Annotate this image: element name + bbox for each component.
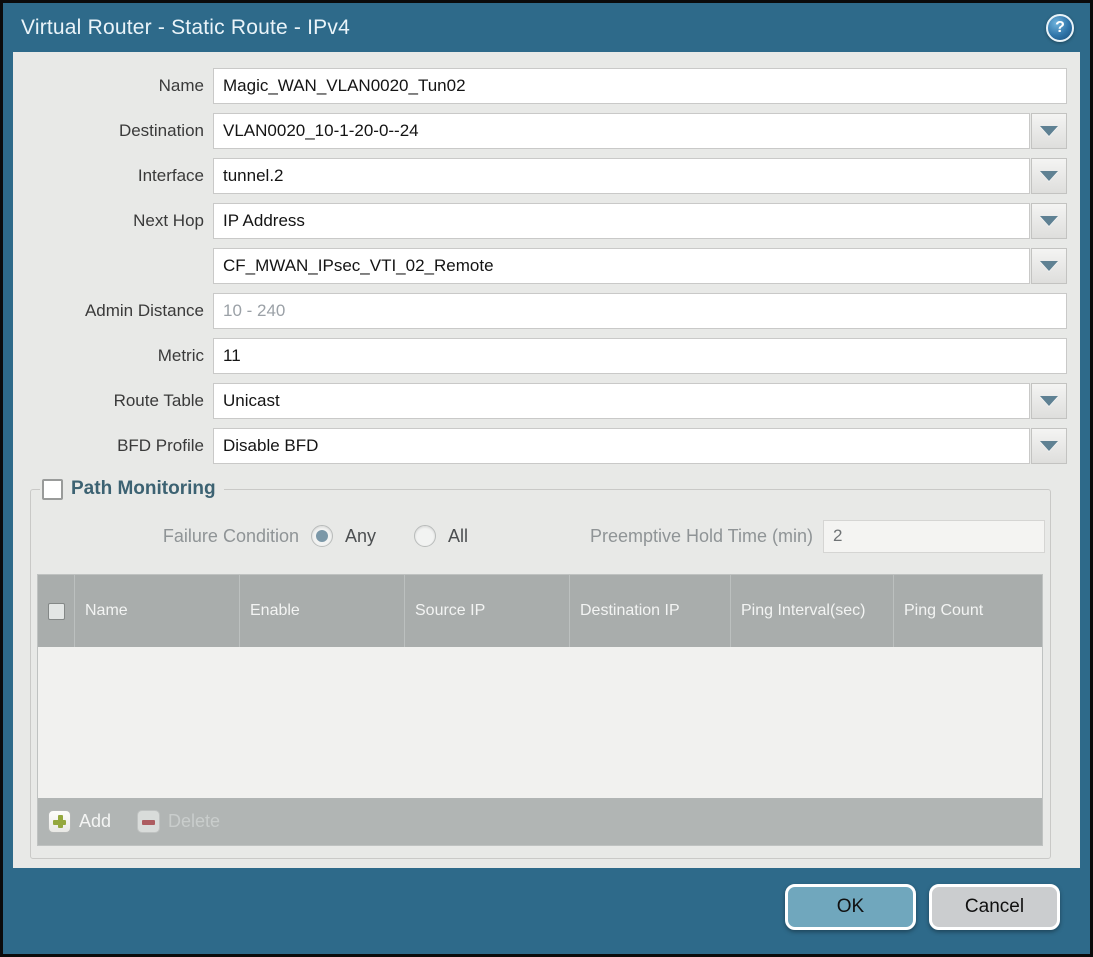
preemptive-hold-time: Preemptive Hold Time (min) [590,520,1045,553]
minus-icon [137,810,160,833]
bfd-profile-label: BFD Profile [13,436,213,456]
failure-condition-radio-group: Any All [311,525,468,547]
plus-icon [48,810,71,833]
chevron-down-icon [1040,261,1058,271]
failure-condition-any-option[interactable]: Any [311,525,376,547]
column-header-ping-interval[interactable]: Ping Interval(sec) [730,575,893,647]
admin-distance-label: Admin Distance [13,301,213,321]
select-all-checkbox[interactable] [48,603,65,620]
route-table-input[interactable] [213,383,1030,419]
admin-distance-input[interactable] [213,293,1067,329]
static-route-dialog: Virtual Router - Static Route - IPv4 ? N… [0,0,1093,957]
next-hop-address-input[interactable] [213,248,1030,284]
column-header-source-ip[interactable]: Source IP [404,575,569,647]
next-hop-label: Next Hop [13,211,213,231]
name-label: Name [13,76,213,96]
metric-label: Metric [13,346,213,366]
table-header-checkbox-cell [38,575,74,647]
cancel-button[interactable]: Cancel [929,884,1060,930]
form-row-route-table: Route Table [13,383,1067,419]
preemptive-hold-time-label: Preemptive Hold Time (min) [590,526,823,547]
path-monitoring-checkbox[interactable] [42,479,63,500]
interface-dropdown-button[interactable] [1031,158,1067,194]
chevron-down-icon [1040,441,1058,451]
radio-all-label: All [448,526,468,547]
column-header-ping-count[interactable]: Ping Count [893,575,1042,647]
next-hop-type-dropdown-button[interactable] [1031,203,1067,239]
form-row-next-hop: Next Hop [13,203,1067,239]
failure-condition-all-option[interactable]: All [414,525,468,547]
next-hop-address-dropdown-button[interactable] [1031,248,1067,284]
bfd-profile-dropdown-button[interactable] [1031,428,1067,464]
dialog-button-bar: OK Cancel [3,868,1090,954]
column-header-enable[interactable]: Enable [239,575,404,647]
delete-button[interactable]: Delete [137,810,220,833]
form-row-metric: Metric [13,338,1067,374]
name-input[interactable] [213,68,1067,104]
metric-input[interactable] [213,338,1067,374]
table-header: Name Enable Source IP Destination IP Pin… [38,575,1042,647]
radio-any[interactable] [311,525,333,547]
radio-any-label: Any [345,526,376,547]
add-button-label: Add [79,811,111,832]
path-monitoring-section: Path Monitoring Failure Condition Any Al… [30,478,1051,859]
title-bar: Virtual Router - Static Route - IPv4 ? [3,3,1090,52]
interface-label: Interface [13,166,213,186]
dialog-body: Name Destination Interface [13,52,1080,868]
bfd-profile-input[interactable] [213,428,1030,464]
form-row-next-hop-address [13,248,1067,284]
path-monitoring-title: Path Monitoring [71,478,216,500]
path-monitoring-legend: Path Monitoring [40,478,224,500]
table-body-empty [38,647,1042,798]
add-button[interactable]: Add [48,810,111,833]
radio-all[interactable] [414,525,436,547]
path-monitoring-controls: Failure Condition Any All Preemptive Hol… [36,518,1045,554]
route-table-dropdown-button[interactable] [1031,383,1067,419]
chevron-down-icon [1040,171,1058,181]
table-footer: Add Delete [38,798,1042,845]
interface-input[interactable] [213,158,1030,194]
destination-input[interactable] [213,113,1030,149]
form-row-bfd-profile: BFD Profile [13,428,1067,464]
help-icon[interactable]: ? [1046,14,1074,42]
path-monitoring-table: Name Enable Source IP Destination IP Pin… [37,574,1043,846]
route-table-label: Route Table [13,391,213,411]
preemptive-hold-time-input[interactable] [823,520,1045,553]
form-row-admin-distance: Admin Distance [13,293,1067,329]
column-header-destination-ip[interactable]: Destination IP [569,575,730,647]
dialog-frame: Virtual Router - Static Route - IPv4 ? N… [3,3,1090,954]
form-row-name: Name [13,68,1067,104]
chevron-down-icon [1040,396,1058,406]
next-hop-type-input[interactable] [213,203,1030,239]
ok-button[interactable]: OK [785,884,916,930]
column-header-name[interactable]: Name [74,575,239,647]
destination-label: Destination [13,121,213,141]
form-row-destination: Destination [13,113,1067,149]
chevron-down-icon [1040,216,1058,226]
failure-condition-label: Failure Condition [36,526,311,547]
form-row-interface: Interface [13,158,1067,194]
chevron-down-icon [1040,126,1058,136]
dialog-title: Virtual Router - Static Route - IPv4 [21,16,350,40]
destination-dropdown-button[interactable] [1031,113,1067,149]
delete-button-label: Delete [168,811,220,832]
